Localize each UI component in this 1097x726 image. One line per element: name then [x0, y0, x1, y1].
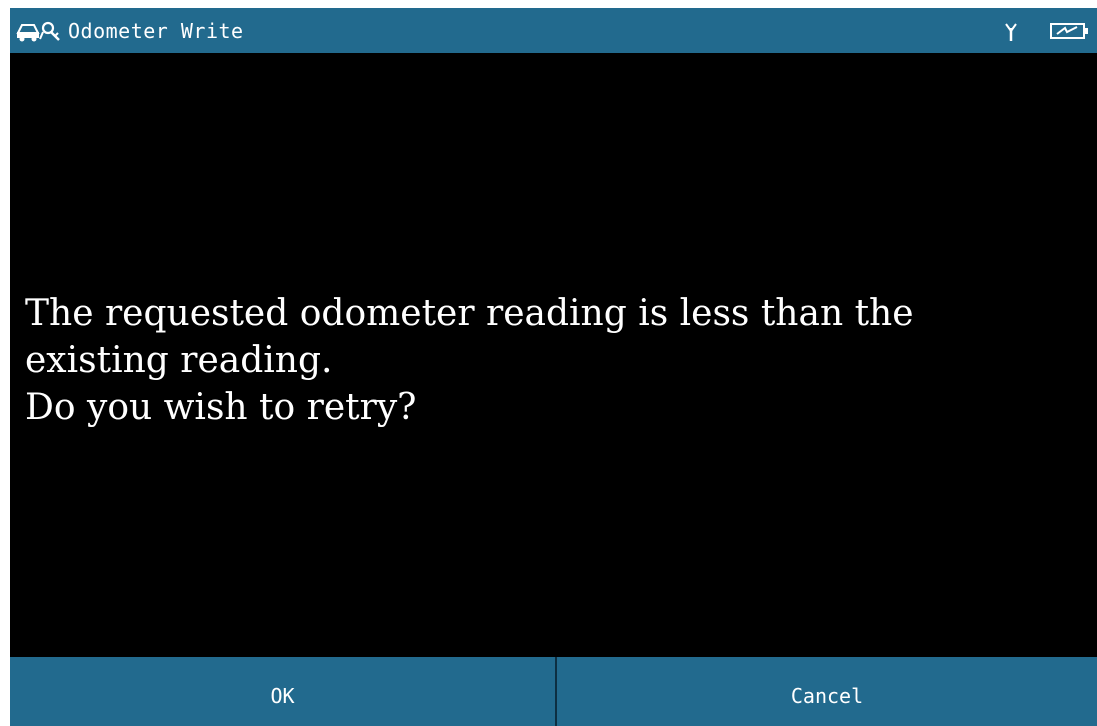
battery-charging-icon [1050, 23, 1088, 39]
window-title: Odometer Write [68, 19, 244, 43]
antenna-signal-icon [1005, 23, 1017, 41]
car-key-icon [16, 21, 60, 42]
device-screen: Odometer Write The requested odometer re… [10, 8, 1097, 726]
cancel-button[interactable]: Cancel [557, 657, 1097, 726]
button-bar: OK Cancel [10, 657, 1097, 726]
title-bar: Odometer Write [10, 8, 1097, 53]
message-line: The requested odometer reading is less t… [25, 293, 914, 334]
dialog-message: The requested odometer reading is less t… [25, 290, 1097, 431]
ok-button[interactable]: OK [10, 657, 555, 726]
message-line: Do you wish to retry? [25, 387, 417, 428]
message-line: existing reading. [25, 340, 333, 381]
